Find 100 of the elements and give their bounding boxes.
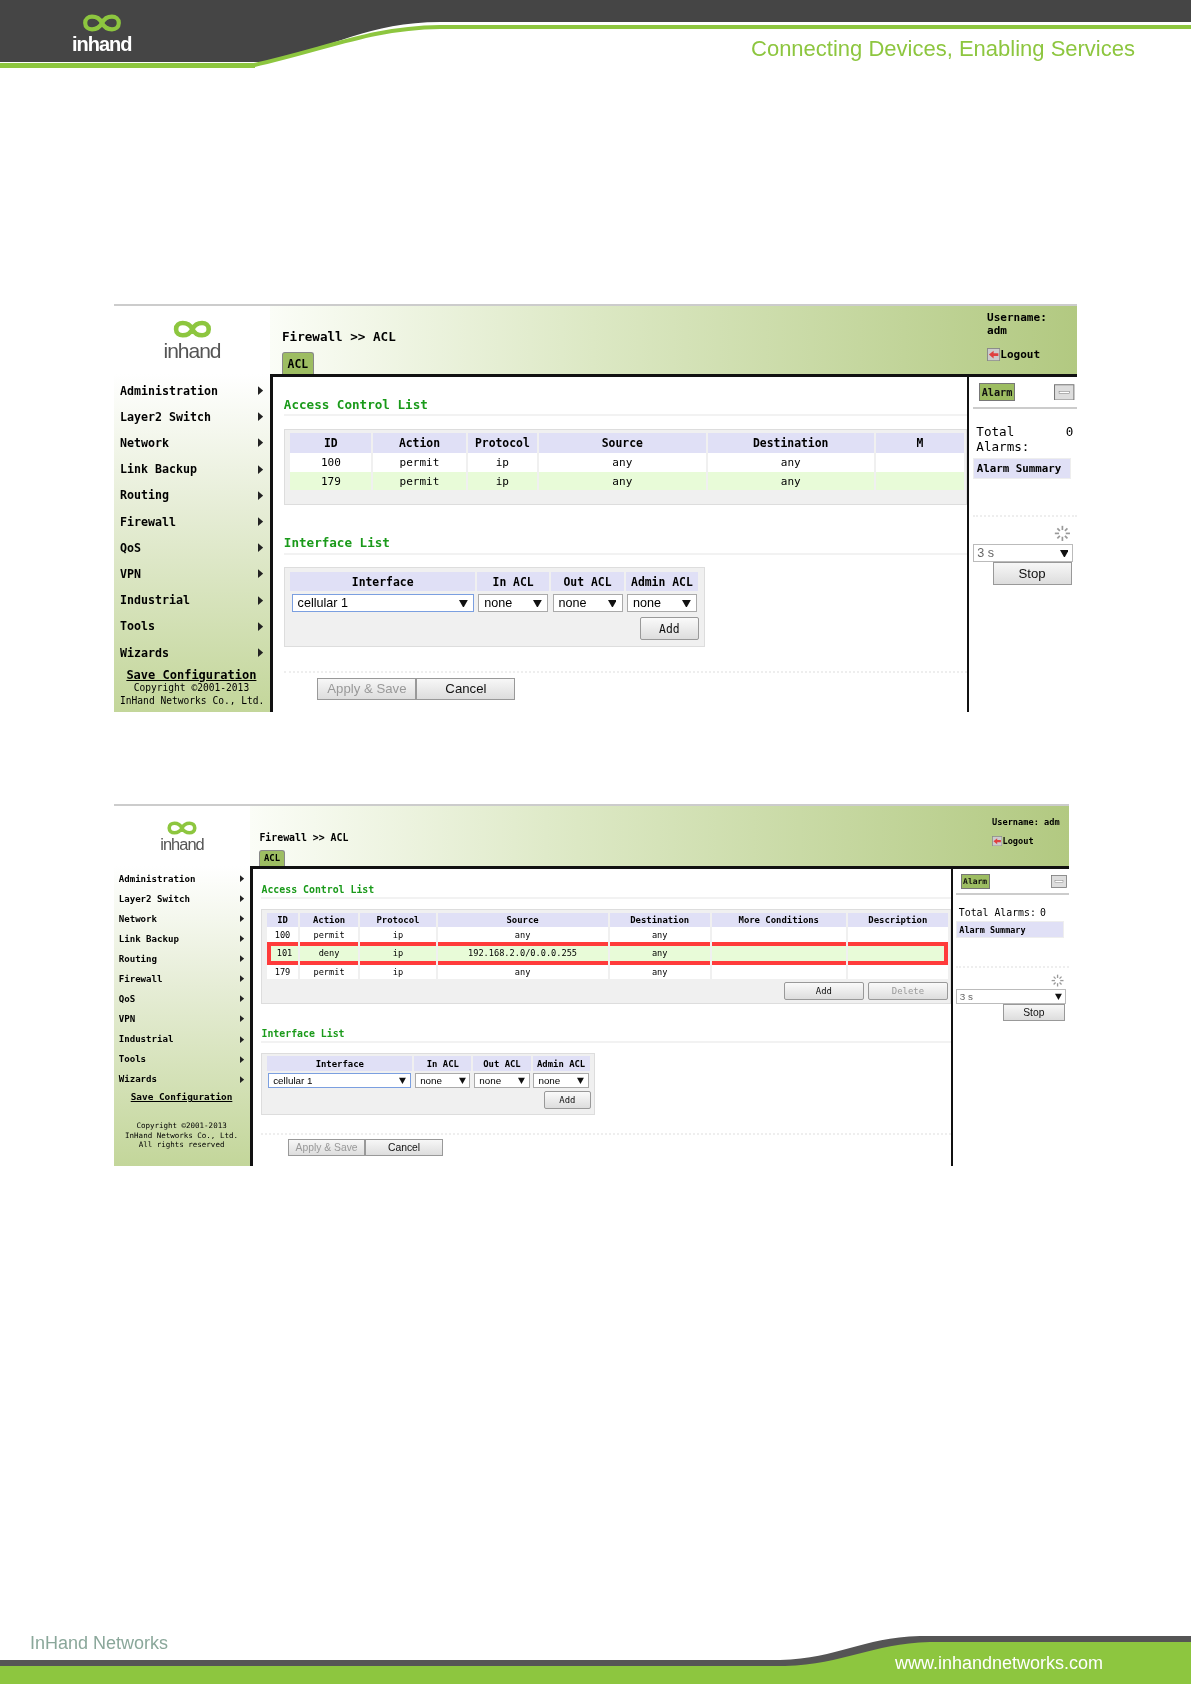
table-cell: any: [612, 474, 633, 488]
logo-text: inhand: [160, 835, 204, 853]
table-row[interactable]: 101 deny ip 192.168.2.0/0.0.0.255 any: [267, 942, 948, 965]
total-alarms-label: Total Alarms:: [958, 907, 1036, 919]
column-header: Source: [437, 912, 608, 928]
table-cell: 179: [320, 474, 341, 488]
save-configuration-link[interactable]: Save Configuration: [120, 668, 263, 683]
action-button[interactable]: Cancel: [416, 677, 516, 700]
logout-icon: [987, 347, 1001, 362]
caret-icon: [517, 1076, 525, 1084]
add-button[interactable]: Add: [639, 617, 699, 640]
add-button[interactable]: Add: [544, 1091, 591, 1109]
action-button[interactable]: Cancel: [365, 1139, 443, 1157]
table-row[interactable]: 100 permit ip any any: [267, 927, 948, 943]
arrow-icon: [257, 490, 263, 501]
menu-item[interactable]: Firewall: [120, 508, 263, 535]
table-cell: any: [651, 967, 668, 978]
tab[interactable]: ACL: [282, 352, 314, 374]
save-configuration-link[interactable]: Save Configuration: [118, 1091, 245, 1103]
menu-item[interactable]: Wizards: [120, 639, 263, 666]
menu-item[interactable]: Tools: [118, 1049, 245, 1070]
menu-item[interactable]: Network: [118, 908, 245, 929]
alarm-summary[interactable]: Alarm Summary: [972, 457, 1071, 480]
alarm-summary[interactable]: Alarm Summary: [955, 921, 1064, 939]
menu-item[interactable]: VPN: [120, 560, 263, 588]
menu-item[interactable]: Routing: [120, 482, 263, 509]
refresh-dropdown[interactable]: 3 s: [972, 543, 1074, 563]
table-cell: any: [780, 474, 801, 488]
dropdown[interactable]: cellular 1: [268, 1072, 412, 1088]
table-cell: ip: [495, 455, 509, 469]
caret-icon: [533, 598, 543, 608]
table-cell: 101: [276, 948, 293, 959]
refresh-dropdown[interactable]: 3 s: [955, 989, 1067, 1004]
table-row[interactable]: 179 permit ip any any: [267, 964, 948, 980]
dropdown[interactable]: none: [478, 593, 549, 613]
dropdown[interactable]: none: [626, 593, 697, 613]
column-header: Protocol: [360, 912, 436, 928]
menu-item[interactable]: Administration: [120, 377, 263, 404]
stop-button[interactable]: Stop: [992, 562, 1072, 585]
table-cell: any: [651, 948, 668, 959]
menu-item[interactable]: Tools: [120, 613, 263, 640]
logout-link[interactable]: Logout: [992, 835, 1060, 847]
menu-item[interactable]: Layer2 Switch: [118, 888, 245, 909]
table-cell: any: [514, 967, 531, 978]
logo-text: inhand: [163, 339, 221, 361]
column-header: Interface: [267, 1056, 413, 1071]
dropdown[interactable]: none: [533, 1072, 589, 1088]
arrow-icon: [240, 915, 245, 923]
alarm-tab[interactable]: Alarm: [978, 383, 1016, 402]
menu-item[interactable]: Firewall: [118, 969, 245, 990]
caret-icon: [576, 1076, 584, 1084]
table-cell: permit: [399, 474, 440, 488]
menu-item[interactable]: QoS: [120, 534, 263, 561]
dropdown[interactable]: cellular 1: [291, 593, 474, 613]
menu-item[interactable]: QoS: [118, 989, 245, 1010]
menu-item[interactable]: Administration: [118, 868, 245, 889]
arrow-icon: [240, 1055, 245, 1063]
menu-item[interactable]: Layer2 Switch: [120, 403, 263, 430]
tab[interactable]: ACL: [259, 849, 285, 866]
menu-item[interactable]: Wizards: [118, 1069, 245, 1090]
section-title: Access Control List: [261, 884, 951, 900]
menu-item[interactable]: VPN: [118, 1009, 245, 1030]
logout-link[interactable]: Logout: [987, 347, 1065, 362]
column-header: Out ACL: [473, 1056, 531, 1071]
menu-item[interactable]: Link Backup: [120, 456, 263, 483]
breadcrumb: Firewall >> ACL: [259, 832, 349, 844]
caret-icon: [458, 1076, 466, 1084]
column-header: Action: [299, 912, 359, 928]
logo-text: inhand: [72, 34, 132, 54]
username-label: Username:: [987, 310, 1048, 324]
section-title: Interface List: [283, 535, 967, 555]
table-row[interactable]: 179 permit ip any any: [290, 471, 964, 491]
spinner-icon: [1054, 524, 1071, 542]
menu-item[interactable]: Industrial: [120, 587, 263, 614]
caret-icon: [1059, 548, 1069, 558]
table-button[interactable]: Add: [783, 982, 864, 1000]
table-row[interactable]: 100 permit ip any any: [290, 452, 964, 472]
minimize-icon[interactable]: [1054, 383, 1075, 401]
menu-item[interactable]: Network: [120, 429, 263, 457]
arrow-icon: [257, 438, 263, 448]
menu-item[interactable]: Industrial: [118, 1029, 245, 1050]
menu-item[interactable]: Link Backup: [118, 928, 245, 949]
arrow-icon: [257, 543, 263, 553]
table-cell: any: [780, 455, 801, 469]
menu-item[interactable]: Routing: [118, 948, 245, 969]
dropdown[interactable]: none: [415, 1072, 471, 1088]
table-cell: permit: [313, 967, 345, 978]
section-title: Access Control List: [283, 396, 967, 417]
logo-icon: [171, 319, 213, 340]
dropdown[interactable]: none: [474, 1072, 530, 1088]
table-cell: 179: [274, 967, 291, 978]
dropdown[interactable]: none: [552, 593, 623, 613]
arrow-icon: [257, 621, 263, 631]
minimize-icon[interactable]: [1051, 874, 1068, 888]
column-header: Description: [847, 912, 948, 928]
arrow-icon: [257, 595, 263, 605]
arrow-icon: [257, 516, 263, 527]
column-header: In ACL: [414, 1056, 472, 1071]
caret-icon: [1055, 993, 1063, 1000]
column-header: ID: [267, 912, 298, 928]
